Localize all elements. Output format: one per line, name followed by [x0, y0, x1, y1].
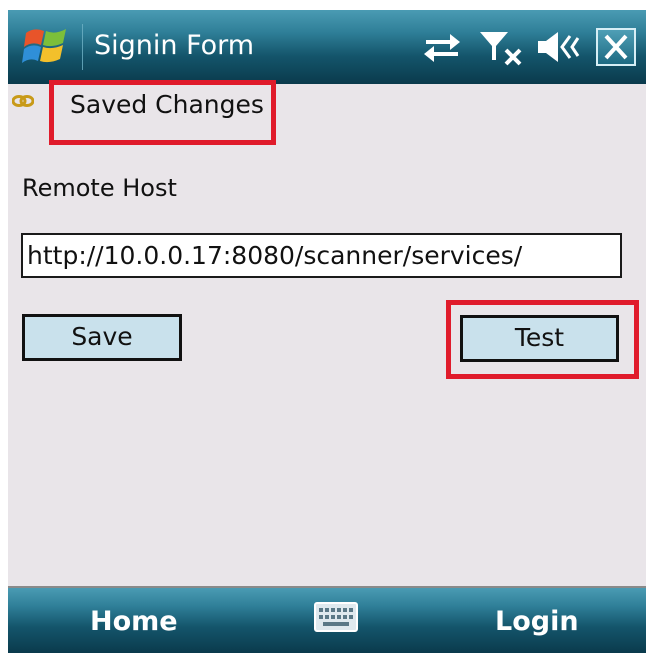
close-button[interactable]	[596, 28, 636, 66]
soft-key-bar: Home Login	[8, 588, 646, 653]
no-signal-icon	[480, 32, 522, 66]
volume-icon	[538, 32, 580, 62]
login-softkey[interactable]: Login	[495, 606, 579, 637]
sync-arrows-icon	[424, 34, 460, 62]
highlight-box-saved	[49, 80, 276, 145]
window-title: Signin Form	[94, 30, 255, 61]
remote-host-label: Remote Host	[22, 174, 177, 202]
title-separator	[82, 24, 83, 70]
save-button[interactable]: Save	[22, 314, 182, 361]
close-icon	[604, 34, 628, 60]
keyboard-icon[interactable]	[314, 602, 358, 632]
chain-link-icon	[12, 95, 34, 107]
home-softkey[interactable]: Home	[90, 606, 178, 637]
windows-start-icon[interactable]	[22, 23, 72, 69]
remote-host-input[interactable]: http://10.0.0.17:8080/scanner/services/	[21, 233, 622, 278]
highlight-box-test	[446, 300, 639, 379]
device-screen: Signin Form Saved Changes Remote Host ht…	[8, 10, 646, 653]
title-bar: Signin Form	[8, 10, 646, 84]
